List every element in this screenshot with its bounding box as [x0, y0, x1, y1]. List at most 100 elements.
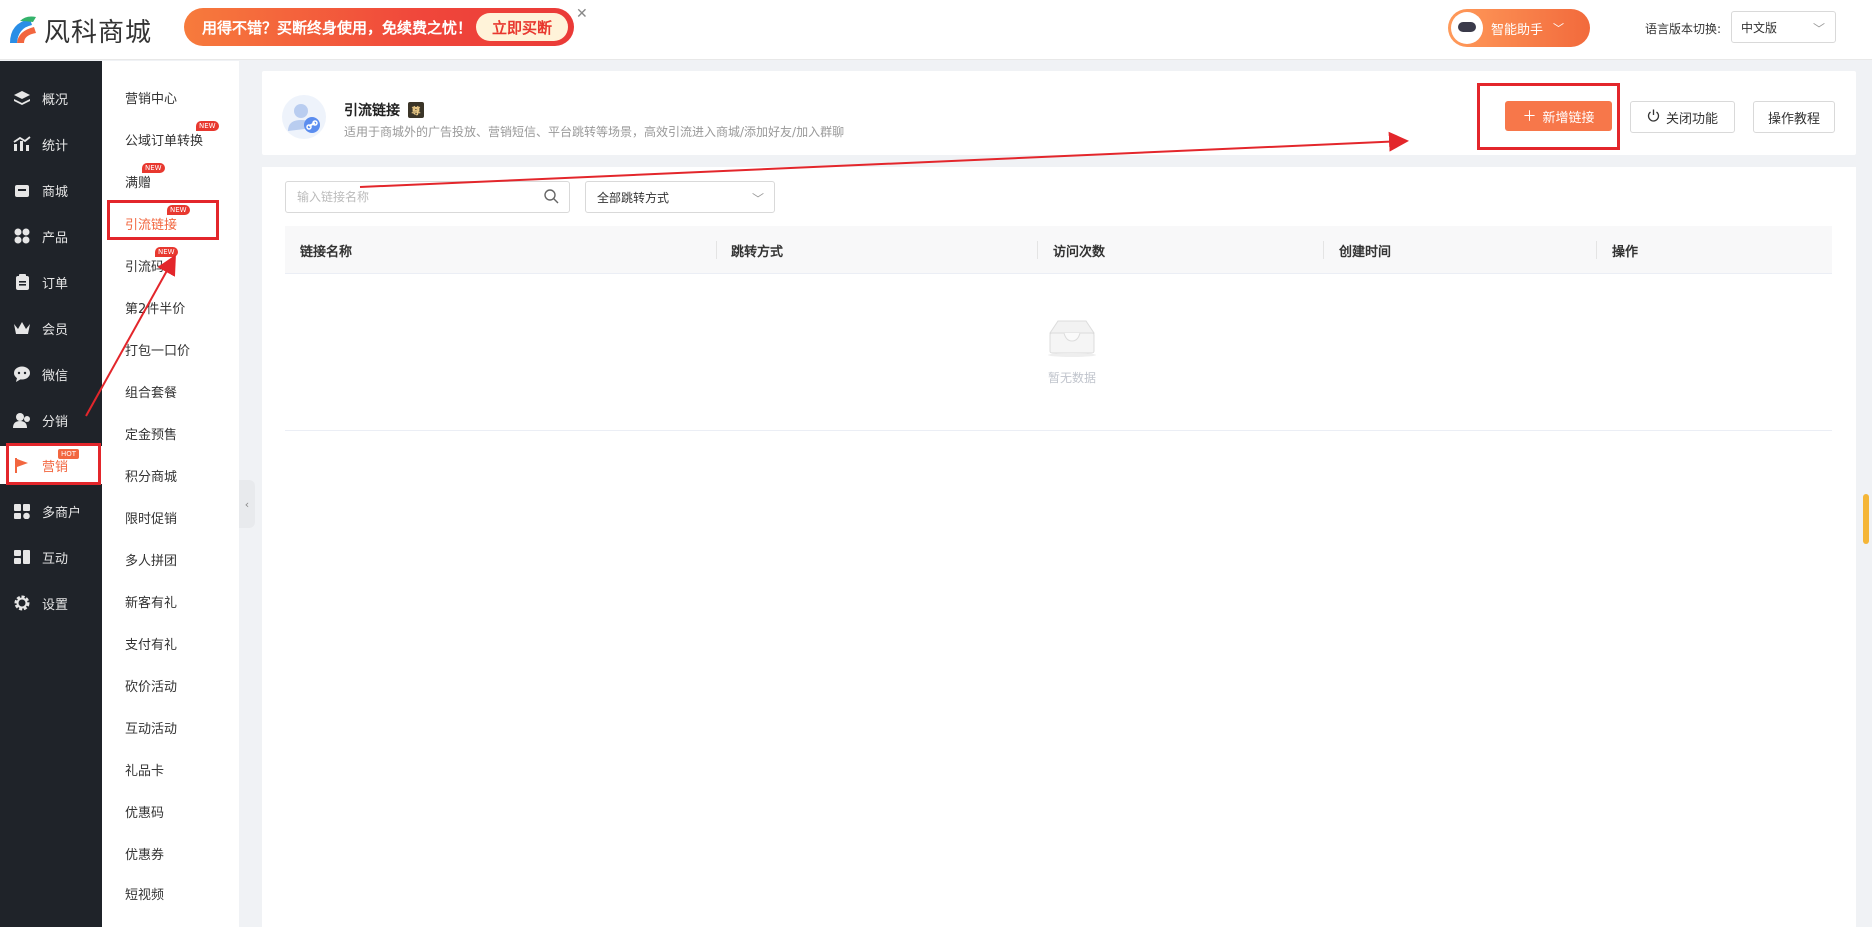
- language-label: 语言版本切换:: [1645, 22, 1722, 36]
- column-header-jump-type: 跳转方式: [731, 245, 784, 260]
- collapse-sidebar-button[interactable]: ‹: [239, 480, 255, 528]
- chart-icon: [11, 133, 33, 155]
- page-title: 引流链接 尊: [344, 100, 424, 120]
- page-description: 适用于商城外的广告投放、营销短信、平台跳转等场景，高效引流进入商城/添加好友/加…: [344, 125, 845, 139]
- sidebar-item-mall[interactable]: 商城: [0, 171, 102, 209]
- sidebar-item-label: 设置: [42, 597, 69, 613]
- column-header-visits: 访问次数: [1053, 245, 1106, 260]
- vip-mark: 尊: [408, 102, 424, 118]
- sidebar-item-overview[interactable]: 概况: [0, 79, 102, 117]
- tutorial-button[interactable]: 操作教程: [1753, 101, 1835, 133]
- link-name-search[interactable]: [285, 181, 570, 213]
- submenu-item-group-buy[interactable]: 多人拼团: [125, 550, 177, 569]
- empty-text: 暂无数据: [1047, 371, 1096, 385]
- promo-text: 用得不错？买断终身使用，免续费之忧！: [202, 18, 473, 37]
- submenu-item-gift[interactable]: 满赠: [125, 172, 151, 191]
- column-divider: [1323, 241, 1324, 259]
- submenu-item-flash-sale[interactable]: 限时促销: [125, 508, 177, 527]
- column-header-actions: 操作: [1612, 245, 1639, 260]
- primary-sidebar: 概况 统计 商城 产品 订单 会员 微信 分销 营销 HOT 多商户 互动 设置: [0, 61, 102, 927]
- table-bottom-border: [285, 430, 1832, 431]
- submenu-item-pay-gift[interactable]: 支付有礼: [125, 634, 177, 653]
- sidebar-item-distribution[interactable]: 分销: [0, 401, 102, 439]
- submenu-item-presale[interactable]: 定金预售: [125, 424, 177, 443]
- submenu-item-short-video[interactable]: 短视频: [125, 884, 164, 903]
- grid-icon: [11, 225, 33, 247]
- empty-state: 暂无数据: [1022, 317, 1122, 386]
- table-header: 链接名称 跳转方式 访问次数 创建时间 操作: [285, 226, 1832, 274]
- layers-icon: [11, 87, 33, 109]
- sidebar-item-multi-merchant[interactable]: 多商户: [0, 492, 102, 530]
- buyout-button[interactable]: 立即买断: [475, 13, 568, 41]
- crown-icon: [11, 317, 33, 339]
- submenu-item-points-mall[interactable]: 积分商城: [125, 466, 177, 485]
- users-icon: [11, 409, 33, 431]
- sidebar-item-stats[interactable]: 统计: [0, 125, 102, 163]
- assistant-label: 智能助手: [1491, 22, 1544, 38]
- search-icon[interactable]: [544, 189, 559, 207]
- submenu-item-marketing-center[interactable]: 营销中心: [125, 88, 177, 107]
- sidebar-item-wechat[interactable]: 微信: [0, 355, 102, 393]
- annotation-box-traffic-link: [107, 200, 219, 240]
- sidebar-item-members[interactable]: 会员: [0, 309, 102, 347]
- new-badge: NEW: [142, 163, 165, 173]
- sidebar-item-label: 概况: [42, 92, 69, 108]
- chevron-left-icon: ‹: [244, 497, 250, 511]
- new-badge: NEW: [155, 247, 178, 257]
- chevron-down-icon: ﹀: [751, 192, 764, 206]
- promo-banner[interactable]: 用得不错？买断终身使用，免续费之忧！ 立即买断: [184, 8, 574, 46]
- page-title-text: 引流链接: [344, 103, 400, 119]
- chevron-down-icon: ﹀: [1812, 22, 1825, 36]
- annotation-box-marketing: [6, 443, 101, 485]
- robot-icon: [1451, 12, 1483, 44]
- scrollbar-thumb[interactable]: [1863, 494, 1869, 544]
- sidebar-item-orders[interactable]: 订单: [0, 263, 102, 301]
- submenu-item-new-customer[interactable]: 新客有礼: [125, 592, 177, 611]
- marketing-submenu: 营销中心 公域订单转换 NEW 满赠 NEW 引流链接 NEW 引流码 NEW …: [102, 61, 239, 927]
- ai-assistant-button[interactable]: 智能助手 ﹀: [1448, 9, 1590, 47]
- clipboard-icon: [11, 271, 33, 293]
- column-divider: [1596, 241, 1597, 259]
- submenu-item-combo[interactable]: 组合套餐: [125, 382, 177, 401]
- sidebar-item-label: 互动: [42, 551, 69, 567]
- gear-icon: [11, 592, 33, 614]
- search-input[interactable]: [297, 190, 537, 204]
- language-select[interactable]: 中文版 ﹀: [1731, 11, 1836, 43]
- sidebar-item-label: 订单: [42, 276, 69, 292]
- interact-icon: [11, 546, 33, 568]
- empty-box-icon: [1022, 317, 1122, 361]
- jump-type-value: 全部跳转方式: [597, 190, 670, 205]
- close-feature-button[interactable]: 关闭功能: [1630, 101, 1735, 133]
- new-badge: NEW: [196, 121, 219, 131]
- power-icon: [1647, 109, 1660, 126]
- logo[interactable]: 风科商城: [6, 10, 152, 50]
- submenu-item-bargain[interactable]: 砍价活动: [125, 676, 177, 695]
- sidebar-item-products[interactable]: 产品: [0, 217, 102, 255]
- submenu-item-gift-card[interactable]: 礼品卡: [125, 760, 164, 779]
- submenu-item-public-order[interactable]: 公域订单转换: [125, 130, 203, 149]
- submenu-item-second-half[interactable]: 第2件半价: [125, 298, 185, 317]
- sidebar-item-interaction[interactable]: 互动: [0, 538, 102, 576]
- logo-text: 风科商城: [44, 17, 153, 48]
- link-list-card: 全部跳转方式 ﹀ 链接名称 跳转方式 访问次数 创建时间 操作 暂无数据: [262, 167, 1856, 927]
- chevron-down-icon: ﹀: [1553, 22, 1565, 35]
- submenu-item-traffic-code[interactable]: 引流码: [125, 256, 164, 275]
- submenu-item-promo-code[interactable]: 优惠码: [125, 802, 164, 821]
- column-divider: [1037, 241, 1038, 259]
- column-header-name: 链接名称: [300, 245, 353, 260]
- sidebar-item-label: 多商户: [42, 505, 82, 521]
- logo-mark-icon: [6, 13, 40, 47]
- sidebar-item-label: 微信: [42, 368, 69, 384]
- column-header-created: 创建时间: [1339, 245, 1392, 260]
- jump-type-select[interactable]: 全部跳转方式 ﹀: [585, 181, 775, 213]
- sidebar-item-label: 产品: [42, 230, 69, 246]
- close-icon[interactable]: ✕: [576, 6, 588, 22]
- sidebar-item-label: 商城: [42, 184, 69, 200]
- submenu-item-coupon[interactable]: 优惠券: [125, 844, 164, 863]
- sidebar-item-label: 统计: [42, 138, 69, 154]
- sidebar-item-settings[interactable]: 设置: [0, 584, 102, 622]
- submenu-item-interactive[interactable]: 互动活动: [125, 718, 177, 737]
- merchant-icon: [11, 500, 33, 522]
- column-divider: [716, 241, 717, 259]
- submenu-item-bundle-price[interactable]: 打包一口价: [125, 340, 190, 359]
